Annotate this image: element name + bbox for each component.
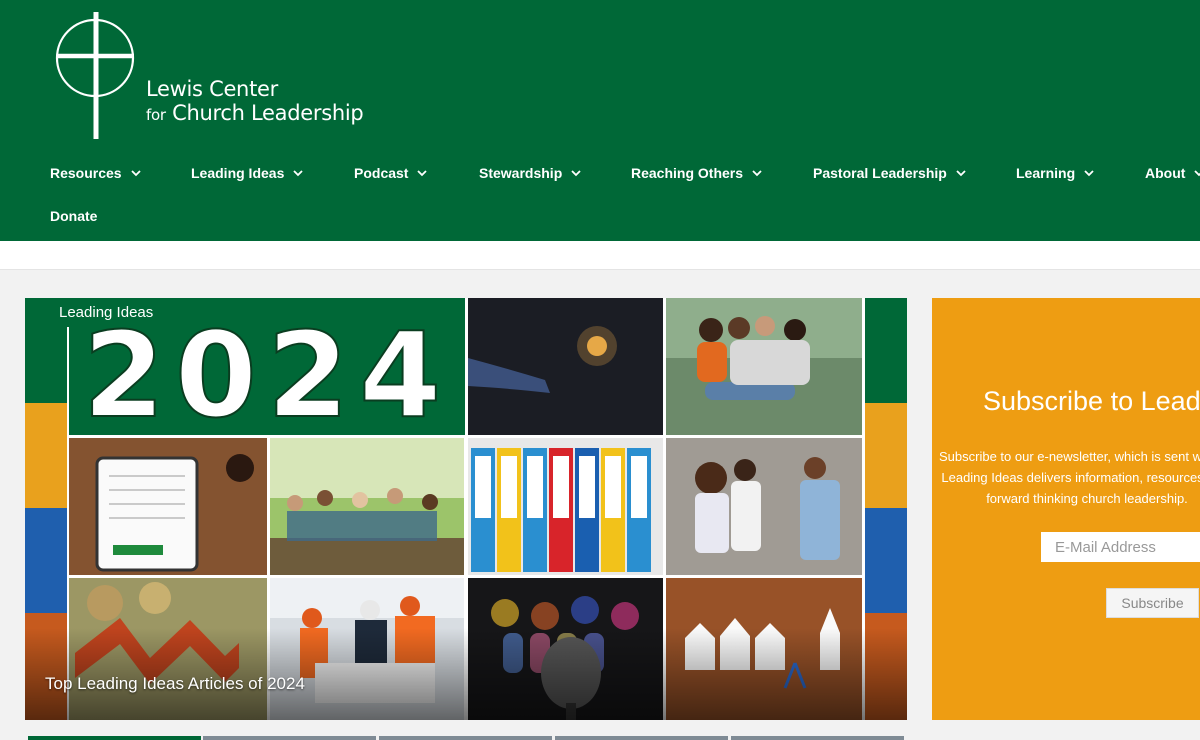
subscribe-desc-line: forward thinking church leadership.: [986, 491, 1188, 506]
subscribe-description: Subscribe to our e-newsletter, which is …: [932, 446, 1200, 509]
featured-article-title[interactable]: Top Leading Ideas Articles of 2024: [45, 674, 305, 694]
chevron-down-icon: [130, 169, 141, 176]
nav-stewardship[interactable]: Stewardship: [479, 165, 581, 181]
carousel-tab[interactable]: [555, 736, 728, 740]
subscribe-desc-line: Leading Ideas delivers information, reso…: [941, 470, 1200, 485]
carousel-tab[interactable]: [731, 736, 904, 740]
nav-label: Leading Ideas: [191, 165, 285, 181]
chevron-down-icon: [1084, 169, 1094, 176]
subscribe-title: Subscribe to Leading Ideas: [983, 386, 1200, 416]
carousel-tabs: [25, 736, 907, 740]
collage-image: 2024: [25, 298, 907, 720]
subscribe-button[interactable]: Subscribe: [1106, 588, 1199, 618]
nav-donate[interactable]: Donate: [50, 208, 97, 224]
nav-label: Pastoral Leadership: [813, 165, 947, 181]
chevron-down-icon: [1194, 169, 1200, 176]
cross-circle-logo-icon: [55, 12, 135, 139]
site-name-line1: Lewis Center: [146, 77, 278, 101]
nav-label: Learning: [1016, 165, 1076, 181]
category-badge[interactable]: Leading Ideas: [25, 298, 188, 327]
site-name-line2: for Church Leadership: [146, 101, 364, 127]
carousel-tab-active[interactable]: [28, 736, 201, 740]
nav-label: Donate: [50, 208, 98, 224]
site-name-for: for: [146, 106, 166, 124]
nav-reaching-others[interactable]: Reaching Others: [631, 165, 762, 181]
chevron-down-icon: [956, 169, 966, 176]
site-name-church-leadership: Church Leadership: [172, 101, 364, 125]
chevron-down-icon: [571, 169, 581, 176]
nav-leading-ideas[interactable]: Leading Ideas: [191, 165, 303, 181]
nav-label: Podcast: [354, 165, 409, 181]
nav-podcast[interactable]: Podcast: [354, 165, 428, 181]
nav-label: Stewardship: [479, 165, 563, 181]
nav-label: Resources: [50, 165, 122, 181]
nav-label: About: [1145, 165, 1186, 181]
chevron-down-icon: [417, 169, 428, 176]
subscribe-panel: Subscribe to Leading Ideas Subscribe to …: [932, 298, 1200, 720]
nav-about[interactable]: About: [1145, 165, 1200, 181]
site-header: Lewis Center for Church Leadership Resou…: [0, 0, 1200, 241]
nav-learning[interactable]: Learning: [1016, 165, 1094, 181]
secondary-bar: [0, 241, 1200, 270]
featured-article-image[interactable]: 2024: [25, 298, 907, 720]
nav-resources[interactable]: Resources: [50, 165, 141, 181]
carousel-tab[interactable]: [379, 736, 552, 740]
nav-pastoral-leadership[interactable]: Pastoral Leadership: [813, 165, 966, 181]
site-name: Lewis Center for Church Leadership: [146, 77, 364, 127]
chevron-down-icon: [752, 169, 762, 176]
nav-label: Reaching Others: [631, 165, 744, 181]
chevron-down-icon: [293, 169, 303, 176]
carousel-tab[interactable]: [203, 736, 376, 740]
subscribe-desc-line: Subscribe to our e-newsletter, which is …: [938, 449, 1200, 464]
email-field[interactable]: [1041, 532, 1200, 562]
